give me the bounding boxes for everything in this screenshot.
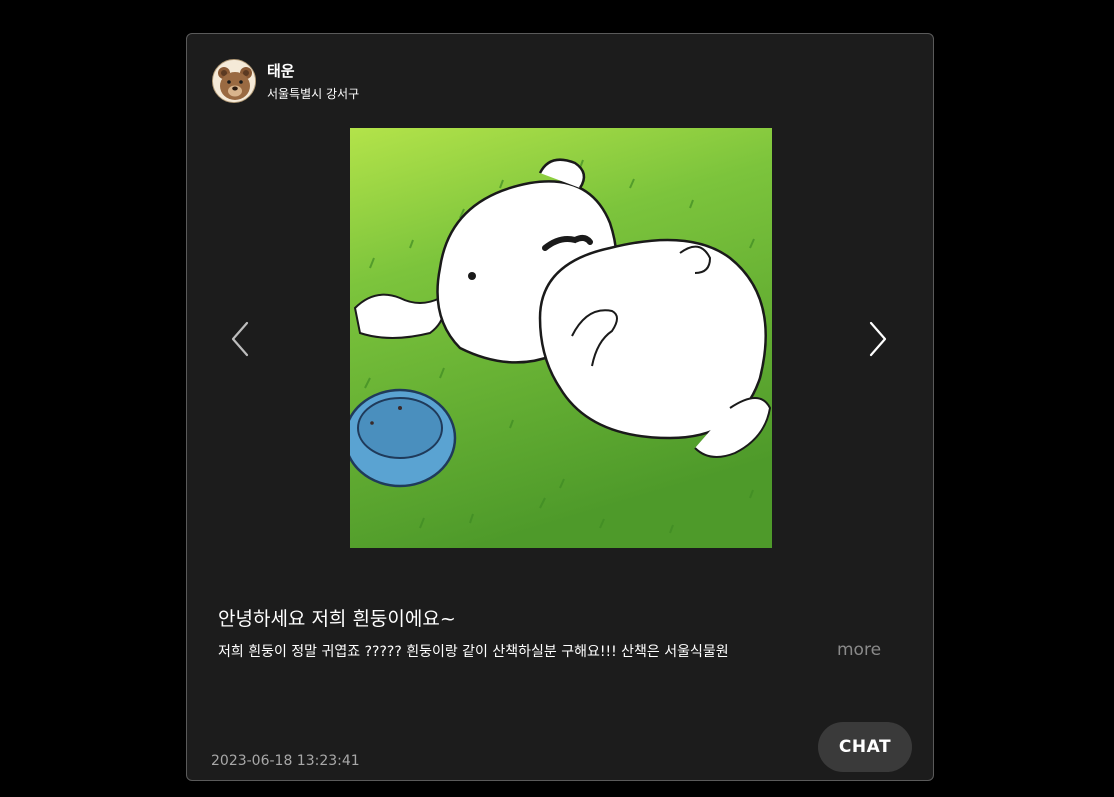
chevron-left-icon [231,321,249,357]
white-dog-on-grass-illustration [350,128,772,548]
post-title: 안녕하세요 저희 흰둥이에요~ [218,608,456,630]
previous-image-button[interactable] [227,319,255,359]
more-link[interactable]: more [837,640,881,660]
post-card: 태운 서울특별시 강서구 안녕하세요 저희 흰둥이에요~ 저희 흰둥이 정말 귀… [186,33,934,781]
post-body: 저희 흰둥이 정말 귀엽죠 ????? 흰둥이랑 같이 산책하실분 구해요!!!… [218,644,729,660]
post-image[interactable] [350,128,772,548]
post-timestamp: 2023-06-18 13:23:41 [211,753,360,769]
bear-avatar-icon [213,60,255,102]
chevron-right-icon [869,321,887,357]
next-image-button[interactable] [863,319,891,359]
author-avatar[interactable] [212,59,256,103]
author-name[interactable]: 태운 [267,60,295,81]
chat-button[interactable]: CHAT [818,722,912,772]
author-location: 서울특별시 강서구 [267,87,360,101]
